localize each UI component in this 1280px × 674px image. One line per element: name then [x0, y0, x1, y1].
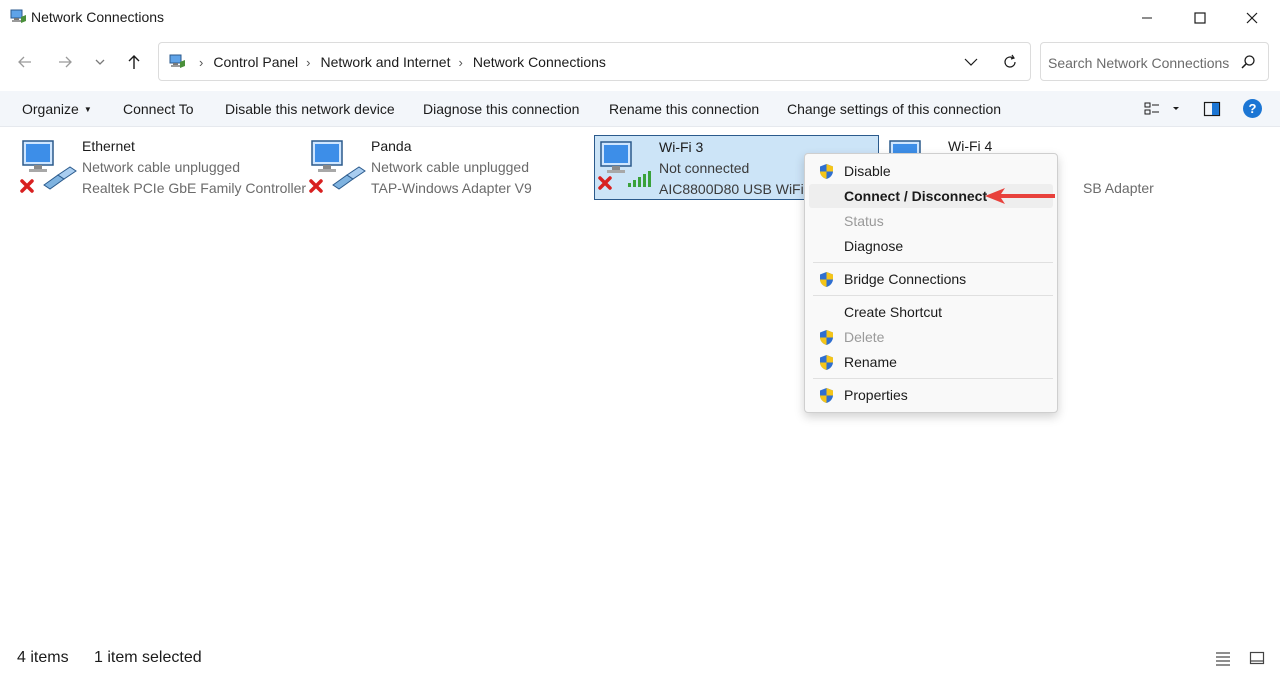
menu-item-bridge-connections[interactable]: Bridge Connections: [809, 267, 1053, 291]
arrow-right-icon: [59, 56, 72, 68]
menu-item-rename[interactable]: Rename: [809, 350, 1053, 374]
address-bar[interactable]: › Control Panel › Network and Internet ›…: [158, 42, 1031, 81]
selection-count: 1 item selected: [94, 649, 202, 666]
uac-shield-icon: [820, 164, 833, 179]
menu-item-delete[interactable]: Delete: [809, 325, 1053, 349]
menu-item-label: Delete: [844, 329, 885, 345]
arrow-left-icon: [18, 56, 31, 68]
rename-connection-button[interactable]: Rename this connection: [609, 101, 759, 117]
preview-pane-button[interactable]: [1203, 100, 1221, 118]
minimize-button[interactable]: [1124, 0, 1170, 36]
connection-name: Ethernet: [82, 138, 135, 154]
change-view-button[interactable]: [1143, 100, 1183, 118]
menu-item-label: Disable: [844, 163, 891, 179]
large-icons-view-icon[interactable]: [1249, 650, 1265, 666]
item-count: 4 items: [17, 649, 69, 666]
menu-item-disable[interactable]: Disable: [809, 159, 1053, 183]
maximize-button[interactable]: [1177, 0, 1223, 36]
connection-device: TAP-Windows Adapter V9: [371, 180, 532, 196]
connection-item-ethernet[interactable]: Ethernet Network cable unplugged Realtek…: [20, 135, 306, 200]
menu-item-label: Diagnose: [844, 238, 904, 254]
connection-device: Realtek PCIe GbE Family Controller: [82, 180, 307, 196]
organize-label: Organize: [22, 101, 79, 117]
connection-device: SB Adapter: [1083, 180, 1154, 196]
connection-name: Wi-Fi 3: [659, 139, 704, 155]
close-icon: [1246, 12, 1258, 24]
caret-down-icon: ▼: [83, 105, 92, 114]
arrow-up-icon: [128, 55, 140, 69]
menu-item-label: Create Shortcut: [844, 304, 943, 320]
menu-item-diagnose[interactable]: Diagnose: [809, 234, 1053, 258]
connection-name: Wi-Fi 4: [948, 138, 993, 154]
menu-item-create-shortcut[interactable]: Create Shortcut: [809, 300, 1053, 324]
annotation-arrow-icon: [985, 188, 1055, 204]
menu-item-label: Connect / Disconnect: [844, 188, 988, 204]
uac-shield-icon: [820, 272, 833, 287]
search-input[interactable]: [1048, 53, 1233, 73]
search-box: [1040, 42, 1269, 81]
maximize-icon: [1194, 12, 1206, 24]
recent-locations-button[interactable]: [86, 49, 114, 75]
help-icon: ?: [1248, 101, 1257, 116]
breadcrumb-control-panel[interactable]: Control Panel: [213, 54, 298, 70]
refresh-icon: [1004, 54, 1016, 68]
back-button[interactable]: [11, 49, 39, 75]
breadcrumb-network-and-internet[interactable]: Network and Internet: [321, 54, 451, 70]
command-bar: Organize ▼ Connect To Disable this networ…: [0, 91, 1280, 127]
connection-status: Network cable unplugged: [371, 159, 529, 175]
uac-shield-icon: [820, 355, 833, 370]
view-options-icon: [1144, 102, 1179, 115]
connection-item-panda[interactable]: Panda Network cable unplugged TAP-Window…: [309, 135, 589, 200]
breadcrumb: › Control Panel › Network and Internet ›…: [191, 54, 606, 70]
organize-menu-button[interactable]: Organize ▼: [22, 101, 92, 117]
ethernet-disconnected-icon: [309, 140, 366, 193]
connection-device: AIC8800D80 USB WiFi: [659, 181, 804, 197]
connection-name: Panda: [371, 138, 412, 154]
minimize-icon: [1142, 17, 1152, 19]
connection-status: Not connected: [659, 160, 750, 176]
address-history-dropdown[interactable]: [961, 54, 981, 70]
menu-item-properties[interactable]: Properties: [809, 383, 1053, 407]
disable-device-button[interactable]: Disable this network device: [225, 101, 395, 117]
network-connections-app-icon: [10, 9, 26, 23]
menu-item-label: Rename: [844, 354, 897, 370]
preview-pane-icon: [1203, 101, 1221, 117]
breadcrumb-separator[interactable]: ›: [306, 55, 310, 70]
status-bar: 4 items 1 item selected: [0, 644, 1280, 674]
up-button[interactable]: [120, 49, 148, 75]
menu-item-status[interactable]: Status: [809, 209, 1053, 233]
help-button[interactable]: ?: [1243, 99, 1262, 118]
change-settings-button[interactable]: Change settings of this connection: [787, 101, 1001, 117]
forward-button[interactable]: [51, 49, 79, 75]
connect-to-button[interactable]: Connect To: [123, 101, 194, 117]
diagnose-connection-button[interactable]: Diagnose this connection: [423, 101, 579, 117]
chevron-down-icon: [964, 58, 978, 66]
connection-status: Network cable unplugged: [82, 159, 240, 175]
network-folder-icon: [169, 54, 185, 68]
uac-shield-icon: [820, 388, 833, 403]
details-view-icon[interactable]: [1215, 650, 1231, 666]
menu-separator: [813, 378, 1053, 379]
search-icon[interactable]: [1240, 54, 1256, 70]
wifi-disconnected-icon: [598, 141, 651, 190]
menu-item-label: Status: [844, 213, 884, 229]
menu-separator: [813, 295, 1053, 296]
close-button[interactable]: [1229, 0, 1275, 36]
title-bar: Network Connections: [0, 0, 1280, 36]
menu-item-label: Bridge Connections: [844, 271, 967, 287]
menu-item-label: Properties: [844, 387, 908, 403]
ethernet-disconnected-icon: [20, 140, 77, 193]
refresh-button[interactable]: [999, 52, 1021, 72]
window-title: Network Connections: [31, 9, 165, 25]
breadcrumb-separator[interactable]: ›: [458, 55, 462, 70]
breadcrumb-network-connections[interactable]: Network Connections: [473, 54, 606, 70]
uac-shield-icon: [820, 330, 833, 345]
menu-separator: [813, 262, 1053, 263]
breadcrumb-separator[interactable]: ›: [199, 55, 203, 70]
chevron-down-icon: [95, 59, 105, 65]
